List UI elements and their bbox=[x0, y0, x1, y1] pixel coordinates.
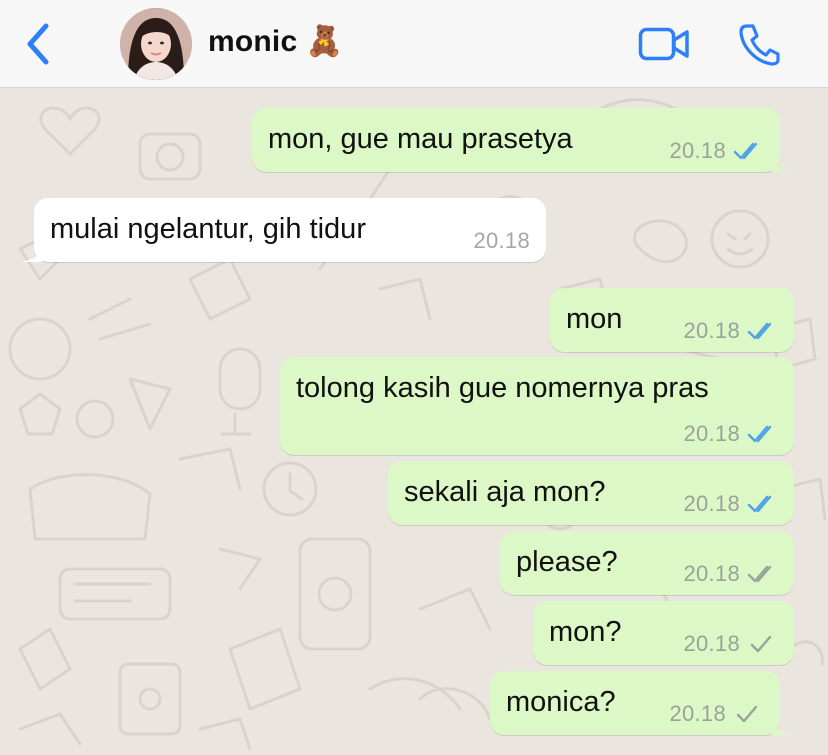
double-check-read-icon bbox=[733, 142, 758, 160]
bubble-tail bbox=[20, 242, 42, 262]
message-meta: 20.18 bbox=[683, 561, 778, 587]
single-check-sent-icon bbox=[736, 705, 758, 723]
double-check-delivered-icon bbox=[747, 565, 772, 583]
message-bubble-outgoing[interactable]: mon, gue mau prasetya 20.18 bbox=[252, 108, 794, 172]
double-check-read-icon bbox=[747, 425, 772, 443]
message-meta: 20.18 bbox=[683, 631, 778, 657]
message-meta: 20.18 bbox=[683, 491, 778, 517]
message-meta: 20.18 bbox=[683, 318, 778, 344]
message-time: 20.18 bbox=[683, 491, 740, 516]
message-meta: 20.18 bbox=[669, 138, 764, 164]
double-check-read-icon bbox=[747, 495, 772, 513]
message-time: 20.18 bbox=[683, 421, 740, 446]
message-time: 20.18 bbox=[669, 138, 726, 163]
chat-header: monic 🧸 bbox=[0, 0, 828, 88]
video-call-button[interactable] bbox=[638, 26, 690, 62]
message-meta: 20.18 bbox=[683, 421, 778, 447]
message-bubble-outgoing[interactable]: sekali aja mon? 20.18 bbox=[388, 461, 794, 525]
message-list[interactable]: mon, gue mau prasetya 20.18 mulai ngelan… bbox=[0, 89, 828, 755]
chevron-left-icon bbox=[27, 23, 49, 65]
contact-name[interactable]: monic 🧸 bbox=[208, 24, 343, 59]
bubble-tail bbox=[772, 715, 794, 735]
message-meta: 20.18 bbox=[669, 701, 764, 727]
message-time: 20.18 bbox=[683, 561, 740, 586]
video-camera-icon bbox=[638, 27, 689, 61]
back-button[interactable] bbox=[22, 22, 54, 66]
avatar-photo bbox=[120, 8, 192, 80]
message-time: 20.18 bbox=[473, 228, 530, 253]
message-time: 20.18 bbox=[683, 318, 740, 343]
teddy-bear-emoji: 🧸 bbox=[305, 24, 344, 59]
message-meta: 20.18 bbox=[473, 228, 530, 254]
message-bubble-incoming[interactable]: mulai ngelantur, gih tidur 20.18 bbox=[20, 198, 546, 262]
message-bubble-outgoing[interactable]: tolong kasih gue nomernya pras 20.18 bbox=[280, 357, 794, 455]
message-bubble-outgoing[interactable]: mon? 20.18 bbox=[533, 601, 794, 665]
voice-call-button[interactable] bbox=[738, 22, 780, 66]
single-check-sent-icon bbox=[750, 635, 772, 653]
contact-name-text: monic bbox=[208, 25, 298, 58]
message-bubble-outgoing[interactable]: please? 20.18 bbox=[500, 531, 794, 595]
bubble-tail bbox=[772, 152, 794, 172]
phone-icon bbox=[739, 24, 780, 66]
message-text: mulai ngelantur, gih tidur bbox=[50, 213, 366, 245]
message-text: tolong kasih gue nomernya pras bbox=[296, 372, 709, 404]
message-time: 20.18 bbox=[683, 631, 740, 656]
message-bubble-outgoing[interactable]: monica? 20.18 bbox=[490, 671, 794, 735]
double-check-read-icon bbox=[747, 322, 772, 340]
message-time: 20.18 bbox=[669, 701, 726, 726]
avatar[interactable] bbox=[120, 8, 192, 80]
message-bubble-outgoing[interactable]: mon 20.18 bbox=[550, 288, 794, 352]
